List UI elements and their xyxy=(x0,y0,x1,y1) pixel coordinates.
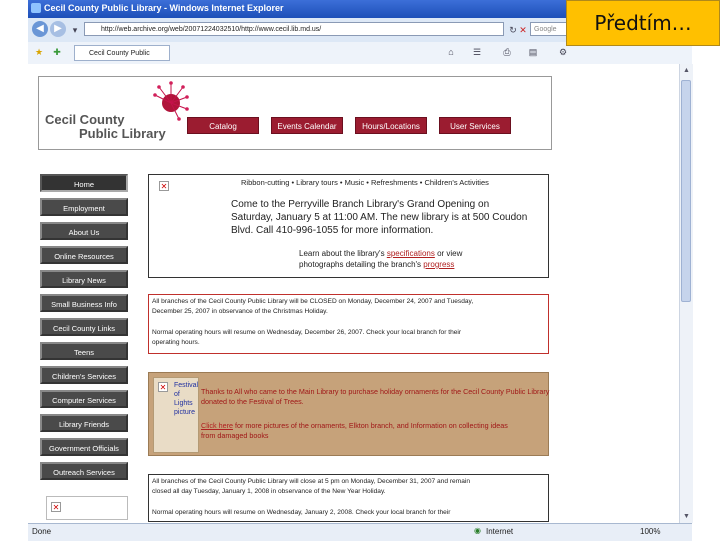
christmas-p2-line-2: operating hours. xyxy=(152,339,200,346)
scroll-down-icon[interactable]: ▼ xyxy=(680,510,693,523)
perryville-line-4: Learn about the library's specifications… xyxy=(299,249,462,258)
festival-alt-3: Lights xyxy=(174,400,193,407)
library-logo-text[interactable]: Cecil County Public Library xyxy=(45,113,166,141)
festival-alt-2: of xyxy=(174,391,180,398)
address-text: http://web.archive.org/web/2007122403251… xyxy=(101,26,322,33)
window-title: Cecil County Public Library - Windows In… xyxy=(44,3,284,13)
zoom-level[interactable]: 100% xyxy=(640,527,660,536)
festival-alt-4: picture xyxy=(174,409,196,416)
christmas-p2-line-1: Normal operating hours will resume on We… xyxy=(152,329,462,336)
specifications-link[interactable]: specifications xyxy=(387,249,435,258)
internet-zone-icon: ◉ xyxy=(474,526,481,535)
add-favorites-icon[interactable]: ✚ xyxy=(52,47,62,57)
nav-hours-locations[interactable]: Hours/Locations xyxy=(355,117,427,134)
status-bar: Done ◉ Internet 100% xyxy=(28,523,692,541)
festival-line-3: Click here for more pictures of the orna… xyxy=(201,421,508,430)
perryville-line-1: Come to the Perryville Branch Library's … xyxy=(231,199,490,210)
ie-icon xyxy=(31,3,41,13)
leftnav-about-us[interactable]: About Us xyxy=(40,222,128,240)
leftnav-childrens-services[interactable]: Children's Services xyxy=(40,366,128,384)
christmas-p1-line-1: All branches of the Cecil County Public … xyxy=(152,298,474,305)
leftnav-library-news[interactable]: Library News xyxy=(40,270,128,288)
leftnav-home[interactable]: Home xyxy=(40,174,128,192)
scroll-up-icon[interactable]: ▲ xyxy=(680,64,693,77)
newyear-p2-line-1: Normal operating hours will resume on We… xyxy=(152,509,451,516)
perryville-line-2: Saturday, January 5 at 11:00 AM. The new… xyxy=(231,212,528,223)
festival-of-trees-notice: ✕ Festival of Lights picture Thanks to A… xyxy=(148,372,549,456)
festival-line-2: donated to the Festival of Trees. xyxy=(201,397,304,406)
address-input[interactable]: http://web.archive.org/web/2007122403251… xyxy=(84,22,504,36)
festival-line-3-text: for more pictures of the ornaments, Elkt… xyxy=(232,421,508,430)
leftnav-teens[interactable]: Teens xyxy=(40,342,128,360)
leftnav-library-friends[interactable]: Library Friends xyxy=(40,414,128,432)
nav-user-services[interactable]: User Services xyxy=(439,117,511,134)
perryville-line-4-text: Learn about the library's xyxy=(299,249,387,258)
refresh-icon[interactable]: ↻ xyxy=(508,25,518,35)
leftnav-image-placeholder: ✕ xyxy=(46,496,128,520)
logo-line-1: Cecil County xyxy=(45,112,125,127)
search-placeholder: Google xyxy=(534,26,557,33)
click-here-link[interactable]: Click here xyxy=(201,421,233,430)
leftnav-employment[interactable]: Employment xyxy=(40,198,128,216)
perryville-line-5: photographs detailing the branch's progr… xyxy=(299,260,454,269)
newyear-p1-line-1: All branches of the Cecil County Public … xyxy=(152,478,471,485)
leftnav-small-business[interactable]: Small Business Info xyxy=(40,294,128,312)
leftnav-online-resources[interactable]: Online Resources xyxy=(40,246,128,264)
logo-line-2: Public Library xyxy=(79,126,166,141)
festival-line-1: Thanks to All who came to the Main Libra… xyxy=(201,387,550,396)
christmas-p1-line-2: December 25, 2007 in observance of the C… xyxy=(152,308,328,315)
site-banner: Cecil County Public Library Catalog Even… xyxy=(38,76,552,150)
festival-line-4: from damaged books xyxy=(201,431,269,440)
stop-icon[interactable]: ✕ xyxy=(518,25,528,35)
festival-image-placeholder: ✕ Festival of Lights picture xyxy=(153,377,199,453)
leftnav-government-officials[interactable]: Government Officials xyxy=(40,438,128,456)
progress-link[interactable]: progress xyxy=(423,260,454,269)
perryville-line-3: Blvd. Call 410-996-1055 for more informa… xyxy=(231,225,434,236)
leftnav-computer-services[interactable]: Computer Services xyxy=(40,390,128,408)
forward-button[interactable]: ▶ xyxy=(50,21,66,37)
page-menu-icon[interactable]: ▤ xyxy=(528,47,538,57)
broken-image-icon: ✕ xyxy=(159,181,169,191)
status-text: Done xyxy=(32,527,52,536)
dropdown-icon[interactable]: ▾ xyxy=(70,25,80,35)
back-button[interactable]: ◀ xyxy=(32,21,48,37)
newyear-p1-line-2: closed all day Tuesday, January 1, 2008 … xyxy=(152,488,386,495)
perryville-announcement: ✕ Ribbon-cutting • Library tours • Music… xyxy=(148,174,549,278)
festival-alt-1: Festival xyxy=(174,382,199,389)
tab-cecil-library[interactable]: Cecil County Public Library xyxy=(74,45,170,73)
leftnav-outreach-services[interactable]: Outreach Services xyxy=(40,462,128,480)
perryville-line-4-text-b: or view xyxy=(434,249,463,258)
home-icon[interactable]: ⌂ xyxy=(446,47,456,57)
nav-catalog[interactable]: Catalog xyxy=(187,117,259,134)
status-zone: Internet xyxy=(486,527,514,536)
feeds-icon[interactable]: ☰ xyxy=(472,47,482,57)
tools-menu-icon[interactable]: ⚙ xyxy=(558,47,568,57)
leftnav-cecil-county-links[interactable]: Cecil County Links xyxy=(40,318,128,336)
nav-events-calendar[interactable]: Events Calendar xyxy=(271,117,343,134)
print-icon[interactable]: ⎙ xyxy=(502,47,512,57)
scroll-thumb[interactable] xyxy=(681,80,691,302)
christmas-closing-notice: All branches of the Cecil County Public … xyxy=(148,294,549,354)
broken-image-icon: ✕ xyxy=(158,382,168,392)
broken-image-icon: ✕ xyxy=(51,502,61,512)
perryville-line-5-text: photographs detailing the branch's xyxy=(299,260,424,269)
new-year-closing-notice: All branches of the Cecil County Public … xyxy=(148,474,549,522)
caption-badge: Předtím… xyxy=(566,0,720,46)
favorites-star-icon[interactable]: ★ xyxy=(34,47,44,57)
vertical-scrollbar[interactable]: ▲ ▼ xyxy=(679,64,693,523)
perryville-activities: Ribbon-cutting • Library tours • Music •… xyxy=(241,178,489,187)
